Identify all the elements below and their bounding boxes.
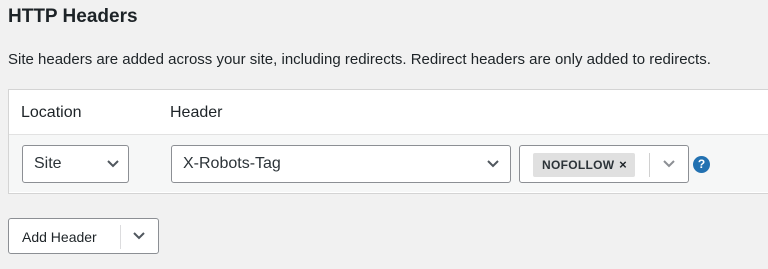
question-icon[interactable]: ? [693,156,710,173]
close-icon[interactable]: × [619,157,627,172]
chevron-down-icon [487,160,499,168]
chevron-down-icon[interactable] [662,159,676,169]
add-header-button[interactable]: Add Header [8,218,159,254]
header-select[interactable]: X-Robots-Tag [171,145,511,183]
divider [649,153,650,177]
location-select-value: Site [34,155,62,172]
page-title: HTTP Headers [8,6,138,27]
table-row: Site X-Robots-Tag NOFOLLOW × ? [9,135,768,192]
divider [120,225,121,249]
headers-table: Location Header Site X-Robots-Tag NOFOLL… [8,89,768,194]
column-header-header: Header [170,104,223,121]
value-tag-label: NOFOLLOW [542,158,615,172]
column-header-location: Location [21,104,82,121]
chevron-down-icon [107,160,119,168]
location-select[interactable]: Site [22,145,129,183]
chevron-down-icon[interactable] [132,231,146,241]
table-header: Location Header [9,90,768,135]
header-value-multiselect[interactable]: NOFOLLOW × [519,145,689,183]
header-select-value: X-Robots-Tag [183,155,281,172]
section-description: Site headers are added across your site,… [8,51,711,68]
add-header-label: Add Header [22,229,97,245]
value-tag: NOFOLLOW × [533,153,635,177]
